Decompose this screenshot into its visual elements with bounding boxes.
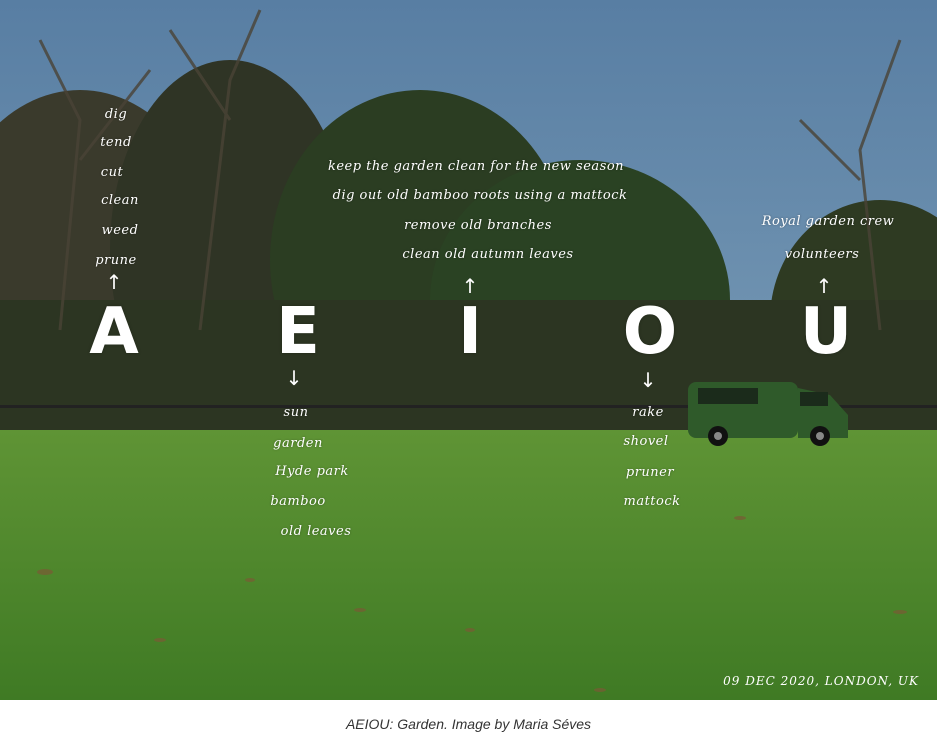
i-word: remove old branches	[404, 218, 552, 233]
i-word: keep the garden clean for the new season	[327, 159, 625, 174]
a-word: cut	[100, 165, 124, 180]
e-word: old leaves	[280, 524, 352, 539]
u-word: volunteers	[784, 247, 860, 262]
a-word: clean	[101, 193, 139, 208]
a-word: dig	[104, 107, 128, 122]
e-word: bamboo	[270, 494, 326, 509]
e-word: garden	[273, 436, 323, 451]
up-arrow-icon: ↑	[815, 274, 833, 298]
up-arrow-icon: ↑	[461, 274, 479, 298]
a-word: weed	[101, 223, 139, 238]
down-arrow-icon: ↓	[285, 366, 303, 390]
date-stamp: 09 DEC 2020, LONDON, UK	[723, 674, 919, 688]
u-word: Royal garden crew	[761, 214, 895, 229]
o-word: pruner	[625, 465, 675, 480]
up-arrow-icon: ↑	[105, 270, 123, 294]
e-word: Hyde park	[275, 464, 349, 479]
e-word: sun	[283, 405, 309, 420]
o-word: shovel	[623, 434, 669, 449]
a-word: prune	[95, 253, 137, 268]
o-word: mattock	[623, 494, 681, 509]
vowel-letter-e: E	[276, 295, 320, 369]
a-word: tend	[100, 135, 132, 150]
vowel-letter-i: I	[458, 295, 482, 369]
vowel-letter-o: O	[622, 295, 678, 369]
image-caption: AEIOU: Garden. Image by Maria Séves	[345, 716, 592, 732]
i-word: clean old autumn leaves	[402, 247, 574, 262]
vowel-letter-u: U	[800, 295, 852, 369]
vowel-letter-a: A	[89, 295, 139, 369]
i-word: dig out old bamboo roots using a mattock	[332, 188, 628, 203]
down-arrow-icon: ↓	[639, 368, 657, 392]
garden-photo: dig tend cut clean weed prune ↑ A E ↓ su…	[0, 0, 937, 700]
o-word: rake	[632, 405, 664, 420]
